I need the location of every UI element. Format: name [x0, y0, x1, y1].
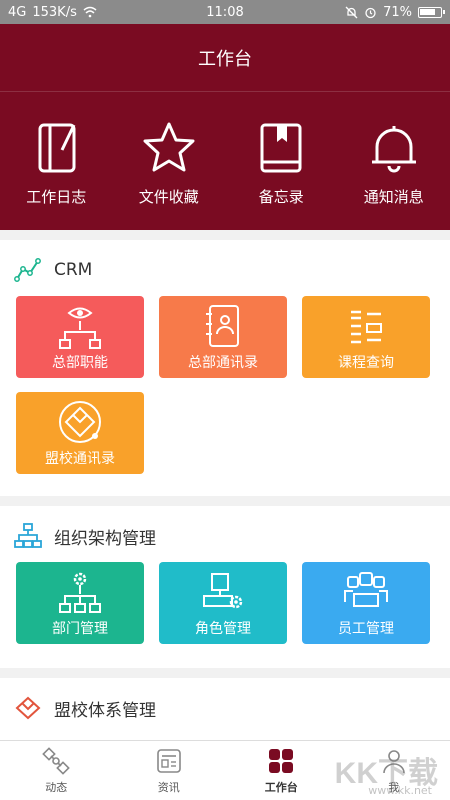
tile-label: 角色管理 — [195, 621, 251, 637]
tile-label: 部门管理 — [52, 621, 108, 637]
section-title: CRM — [54, 260, 93, 280]
signal-text: 4G — [8, 4, 27, 20]
book-icon — [260, 123, 302, 173]
tile-staff-management[interactable]: 员工管理 — [302, 562, 430, 644]
satellite-icon — [42, 746, 71, 775]
tile-dept-management[interactable]: 部门管理 — [16, 562, 144, 644]
tile-grid: 部门管理 角色管理 员工管理 — [0, 562, 450, 656]
nav-label: 动态 — [45, 780, 68, 794]
battery-icon — [418, 6, 445, 18]
status-time: 11:08 — [206, 4, 244, 20]
list-icon — [351, 310, 382, 344]
tile-label: 课程查询 — [338, 355, 394, 371]
star-icon — [143, 122, 195, 172]
header: 工作台 工作日志 文件收藏 备忘录 通知消息 — [0, 24, 450, 230]
section-title: 盟校体系管理 — [54, 700, 156, 721]
tile-label: 盟校通讯录 — [45, 451, 115, 467]
section-header: 组织架构管理 — [0, 506, 450, 562]
tile-label: 总部通讯录 — [188, 355, 258, 371]
quick-actions: 工作日志 文件收藏 备忘录 通知消息 — [0, 92, 450, 207]
tile-grid: 总部职能 总部通讯录 课程查询 盟校通讯录 — [0, 296, 450, 486]
notebook-icon — [38, 123, 76, 173]
trend-icon — [14, 258, 41, 282]
watermark-url: www.kk.net — [368, 784, 432, 797]
diamond-icon — [59, 401, 101, 443]
nav-workbench[interactable]: 工作台 — [225, 741, 338, 800]
wifi-icon — [83, 6, 97, 18]
staff-icon — [344, 572, 388, 607]
eye-org-icon — [59, 307, 101, 349]
section-crm: CRM 总部职能 总部通讯录 课程查询 盟校通讯录 — [0, 240, 450, 496]
nav-label: 工作台 — [264, 780, 298, 794]
status-left: 4G 153K/s — [8, 5, 97, 20]
battery-percent: 71% — [383, 4, 412, 20]
org-gear-icon — [59, 572, 101, 613]
status-bar: 4G 153K/s 11:08 71% — [0, 0, 450, 24]
grid-icon — [269, 748, 294, 773]
org-chart-icon — [14, 523, 42, 548]
role-gear-icon — [203, 573, 243, 609]
network-speed: 153K/s — [32, 4, 77, 20]
bell-icon — [371, 126, 416, 173]
tile-hq-functions[interactable]: 总部职能 — [16, 296, 144, 378]
quick-favorites[interactable]: 文件收藏 — [119, 120, 219, 207]
tile-label: 员工管理 — [338, 621, 394, 637]
quick-label: 工作日志 — [26, 188, 87, 206]
diamond-heart-icon — [15, 696, 41, 720]
mute-bell-icon — [345, 6, 358, 18]
contacts-icon — [206, 305, 239, 347]
quick-label: 备忘录 — [258, 188, 304, 206]
quick-label: 文件收藏 — [138, 188, 199, 206]
alarm-icon — [365, 7, 376, 18]
section-header[interactable]: 盟校体系管理 — [0, 678, 450, 734]
quick-label: 通知消息 — [363, 188, 424, 206]
nav-news[interactable]: 资讯 — [113, 741, 226, 800]
quick-notifications[interactable]: 通知消息 — [344, 120, 444, 207]
page-title: 工作台 — [0, 24, 450, 92]
section-title: 组织架构管理 — [54, 528, 156, 549]
section-league: 盟校体系管理 — [0, 678, 450, 740]
status-right: 71% — [345, 4, 445, 20]
section-header: CRM — [0, 240, 450, 296]
nav-feed[interactable]: 动态 — [0, 741, 113, 800]
tile-hq-contacts[interactable]: 总部通讯录 — [159, 296, 287, 378]
quick-work-log[interactable]: 工作日志 — [6, 120, 106, 207]
tile-course-query[interactable]: 课程查询 — [302, 296, 430, 378]
tile-league-contacts[interactable]: 盟校通讯录 — [16, 392, 144, 474]
tile-label: 总部职能 — [52, 355, 108, 371]
tile-role-management[interactable]: 角色管理 — [159, 562, 287, 644]
quick-memo[interactable]: 备忘录 — [231, 120, 331, 207]
news-icon — [156, 748, 181, 773]
nav-label: 资讯 — [157, 780, 180, 794]
section-org: 组织架构管理 部门管理 角色管理 员工管理 — [0, 506, 450, 668]
